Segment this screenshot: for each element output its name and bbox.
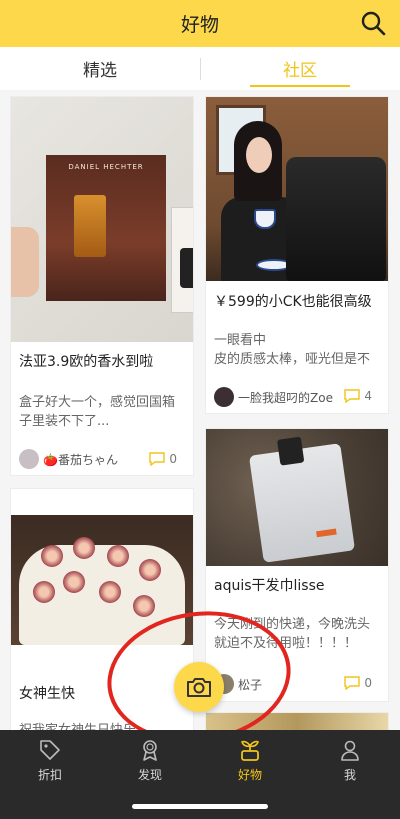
avatar <box>19 449 39 469</box>
poster-brand-text: DANIEL HECHTER <box>68 163 144 171</box>
nav-me[interactable]: 我 <box>300 730 400 790</box>
comment-count[interactable]: 0 <box>149 452 177 466</box>
app-screen: 好物 精选 社区 DANIEL HECHTER 法亚3.9欧的香水到啦 盒子好大… <box>0 0 400 819</box>
post-title: 女神生快 <box>19 686 75 702</box>
nav-goods[interactable]: 好物 <box>200 730 300 790</box>
nav-label: 折扣 <box>37 767 62 782</box>
post-image-towel <box>206 429 388 566</box>
post-description: 盒子好大一个，感觉回国箱子里装不下了... <box>19 395 176 429</box>
tab-featured[interactable]: 精选 <box>0 47 200 90</box>
post-image-perfume: DANIEL HECHTER <box>11 97 193 342</box>
comment-count[interactable]: 0 <box>344 676 372 690</box>
post-title: aquis干发巾lisse <box>214 578 325 594</box>
author-name: 🍅番茄ちゃん <box>43 452 118 467</box>
medal-icon <box>143 739 157 761</box>
author-name: 一脸我超叼的Zoe <box>238 390 333 405</box>
author-name: 松子 <box>238 677 263 692</box>
post-card-bag[interactable]: ￥599的小CK也能很高级 一眼看中 皮的质感太棒，哑光但是不 一脸我超叼的Zo… <box>205 96 389 414</box>
comment-number: 4 <box>364 389 372 403</box>
post-title: ￥599的小CK也能很高级 <box>214 294 372 310</box>
person-face <box>246 137 272 173</box>
home-indicator[interactable] <box>132 804 268 809</box>
comment-icon <box>344 389 361 403</box>
desc-line-1: 一眼看中 <box>214 333 267 348</box>
post-author[interactable]: 一脸我超叼的Zoe <box>214 387 333 407</box>
post-title: 法亚3.9欧的香水到啦 <box>19 354 154 370</box>
tag-icon <box>40 739 60 760</box>
post-card-perfume[interactable]: DANIEL HECHTER 法亚3.9欧的香水到啦 盒子好大一个，感觉回国箱子… <box>10 96 194 476</box>
bottom-navigation: 折扣 发现 好物 我 <box>0 730 400 819</box>
sample-card <box>171 207 193 313</box>
post-card-cake[interactable]: 女神生快 祝我家女神生日快乐 <box>10 488 194 748</box>
user-icon <box>341 740 359 761</box>
comment-number: 0 <box>169 452 177 466</box>
post-image-cake <box>11 515 193 645</box>
top-header: 好物 <box>0 0 400 47</box>
nav-label: 我 <box>343 767 356 782</box>
search-icon[interactable] <box>360 10 386 36</box>
post-description: 今天刚到的快递，今晚洗头就迫不及待用啦！！！！ <box>214 617 371 651</box>
post-description: 一眼看中 皮的质感太棒，哑光但是不 <box>214 331 380 369</box>
tea-cup <box>254 209 276 229</box>
camera-button[interactable] <box>174 662 224 712</box>
hand <box>11 227 39 297</box>
perfume-bottle <box>74 195 106 257</box>
towel-package <box>248 436 356 563</box>
sprout-icon <box>241 740 259 761</box>
tab-divider <box>200 58 201 80</box>
nav-label: 发现 <box>137 767 162 782</box>
desc-line-2: 皮的质感太棒，哑光但是不 <box>214 352 371 367</box>
post-card-towel[interactable]: aquis干发巾lisse 今天刚到的快递，今晚洗头就迫不及待用啦！！！！ 松子… <box>205 428 389 702</box>
avatar <box>214 387 234 407</box>
nav-discount[interactable]: 折扣 <box>0 730 100 790</box>
comment-icon <box>149 452 166 466</box>
comment-count[interactable]: 4 <box>344 389 372 403</box>
comment-number: 0 <box>364 676 372 690</box>
camera-icon <box>187 678 211 697</box>
nav-label: 好物 <box>237 767 262 782</box>
page-title: 好物 <box>180 14 219 36</box>
tab-community[interactable]: 社区 <box>200 47 400 90</box>
comment-icon <box>344 676 361 690</box>
post-author[interactable]: 🍅番茄ちゃん <box>19 449 118 469</box>
handbag <box>286 157 386 281</box>
nav-discover[interactable]: 发现 <box>100 730 200 790</box>
post-image-bag <box>206 97 388 281</box>
perfume-poster: DANIEL HECHTER <box>46 155 193 313</box>
